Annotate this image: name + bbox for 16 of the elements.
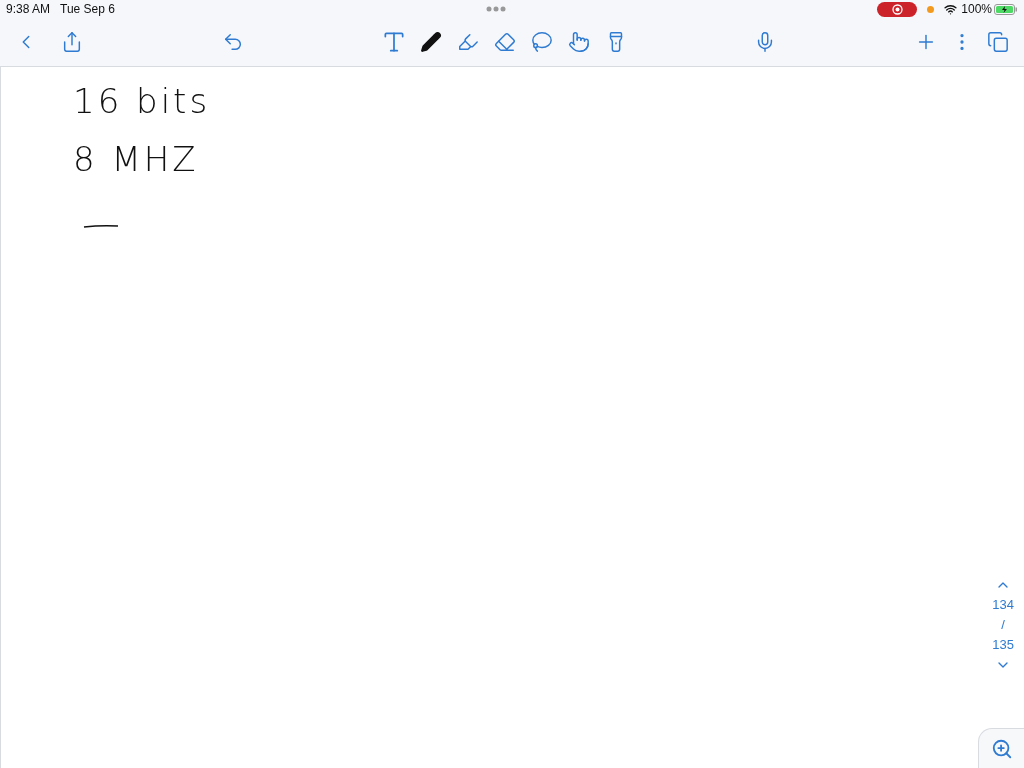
privacy-dot-icon: [927, 5, 935, 13]
handwritten-text: 8 MHZ: [73, 138, 200, 181]
current-page-number: 134: [992, 597, 1014, 613]
zoom-in-icon: [990, 737, 1013, 760]
battery-charging-icon: [994, 3, 1018, 15]
page-separator: /: [1001, 617, 1005, 633]
handwritten-text: 16 bits: [73, 80, 212, 123]
status-date: Tue Sep 6: [60, 2, 115, 16]
wifi-icon: [944, 2, 958, 16]
status-time: 9:38 AM: [6, 2, 51, 16]
multitasking-dots-icon[interactable]: [486, 6, 507, 12]
screen-recording-indicator[interactable]: [877, 1, 918, 17]
total-pages: 135: [992, 637, 1014, 653]
zoom-button[interactable]: [978, 728, 1024, 768]
battery-percent: 100%: [961, 2, 992, 16]
ink-stroke: [83, 223, 119, 229]
